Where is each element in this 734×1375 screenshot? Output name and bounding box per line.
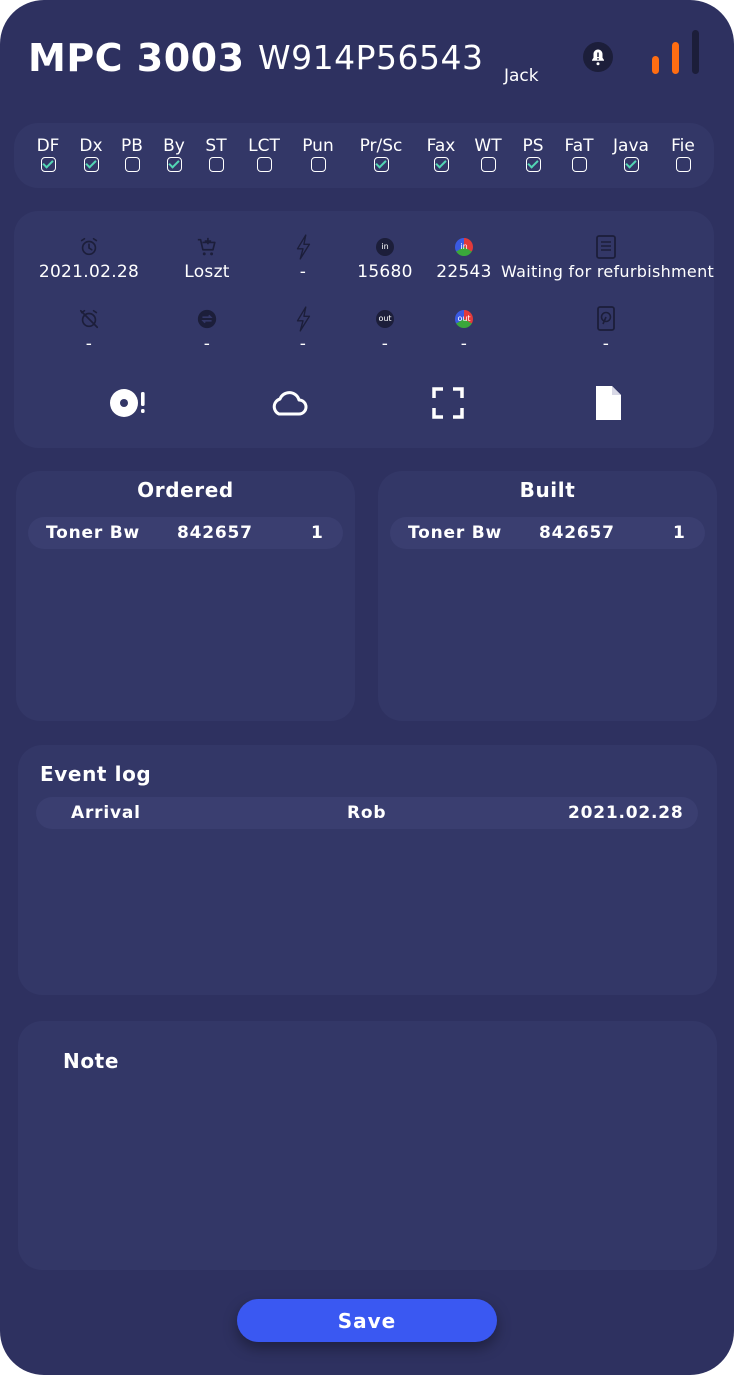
option-checkbox[interactable] [480, 157, 496, 172]
option-label: LCT [248, 136, 280, 156]
info-date-2: - [34, 306, 144, 354]
option-lct[interactable]: LCT [234, 135, 294, 172]
swap-icon [197, 309, 217, 329]
ordered-row[interactable]: Toner Bw 842657 1 [28, 517, 343, 549]
signal-bar [692, 30, 699, 74]
date2-value: - [85, 334, 93, 354]
info-date: 2021.02.28 [34, 234, 144, 282]
option-checkbox[interactable] [124, 157, 140, 172]
lightning-icon [296, 306, 311, 332]
ordered-title: Ordered [137, 478, 234, 502]
event-date: 2021.02.28 [568, 803, 684, 823]
info-transfer: - [152, 306, 262, 354]
option-java[interactable]: Java [601, 135, 661, 172]
option-checkbox[interactable] [83, 157, 99, 172]
document-list-icon [596, 235, 616, 259]
cart-add-icon [197, 237, 216, 256]
event-user: Rob [347, 803, 387, 823]
document-icon[interactable] [588, 384, 628, 422]
alarm-clock-icon [80, 237, 98, 256]
color-counter-in-icon: in [455, 238, 473, 256]
device-screen: MPC 3003 W914P56543 Jack DF Dx PB By ST LCT Pu… [0, 0, 734, 1375]
option-fat[interactable]: FaT [549, 135, 609, 172]
serial-number: W914P56543 [258, 38, 484, 77]
option-checkbox[interactable] [310, 157, 326, 172]
option-checkbox[interactable] [525, 157, 541, 172]
info-location: Loszt [152, 234, 262, 282]
ordered-item-name: Toner Bw [46, 523, 141, 543]
option-checkbox[interactable] [623, 157, 639, 172]
option-label: Java [613, 136, 649, 156]
hard-disk-icon [597, 306, 615, 331]
disc-alert-icon[interactable] [108, 384, 148, 422]
model-title: MPC 3003 [28, 36, 245, 80]
built-panel [378, 471, 717, 721]
transfer-value: - [203, 334, 211, 354]
user-name: Jack [504, 66, 539, 86]
option-pun[interactable]: Pun [288, 135, 348, 172]
option-checkbox[interactable] [256, 157, 272, 172]
lightning-icon [296, 234, 311, 260]
option-checkbox[interactable] [571, 157, 587, 172]
color-counter-out-value: - [460, 334, 468, 354]
note-text[interactable] [63, 1090, 683, 1250]
option-label: Pun [302, 136, 334, 156]
cloud-icon[interactable] [268, 384, 308, 422]
location-value: Loszt [184, 262, 230, 282]
built-title: Built [519, 478, 576, 502]
built-item-name: Toner Bw [408, 523, 503, 543]
info-disk: - [551, 306, 661, 354]
note-title: Note [63, 1049, 120, 1073]
option-fie[interactable]: Fie [653, 135, 713, 172]
event-log-row[interactable]: Arrival Rob 2021.02.28 [36, 797, 698, 829]
counter-out-icon: out [376, 310, 394, 328]
option-label: Fie [671, 136, 695, 156]
built-item-code: 842657 [539, 523, 615, 543]
option-checkbox[interactable] [208, 157, 224, 172]
save-button[interactable]: Save [237, 1299, 497, 1342]
signal-strength-icon [652, 28, 702, 76]
signal-bar [652, 56, 659, 74]
info-status: Waiting for refurbishment [501, 234, 715, 281]
ordered-item-code: 842657 [177, 523, 253, 543]
event-log-title: Event log [40, 762, 152, 786]
info-color-counter-out: out - [409, 306, 519, 354]
ordered-item-qty: 1 [311, 523, 324, 543]
option-label: FaT [564, 136, 594, 156]
built-row[interactable]: Toner Bw 842657 1 [390, 517, 705, 549]
disk-value: - [602, 334, 610, 354]
event-name: Arrival [71, 803, 141, 823]
counter-in-icon: in [376, 238, 394, 256]
option-label: Pr/Sc [359, 136, 403, 156]
option-checkbox[interactable] [675, 157, 691, 172]
option-checkbox[interactable] [373, 157, 389, 172]
option-checkbox[interactable] [40, 157, 56, 172]
status-value: Waiting for refurbishment [501, 262, 715, 281]
color-counter-out-icon: out [455, 310, 473, 328]
notification-bell-icon[interactable] [583, 42, 613, 72]
alarm-off-icon [79, 309, 99, 329]
signal-bar [672, 42, 679, 74]
option-pr-sc[interactable]: Pr/Sc [351, 135, 411, 172]
built-item-qty: 1 [673, 523, 686, 543]
option-checkbox[interactable] [166, 157, 182, 172]
ordered-panel [16, 471, 355, 721]
option-checkbox[interactable] [433, 157, 449, 172]
fullscreen-icon[interactable] [428, 384, 468, 422]
date-value: 2021.02.28 [38, 262, 140, 282]
